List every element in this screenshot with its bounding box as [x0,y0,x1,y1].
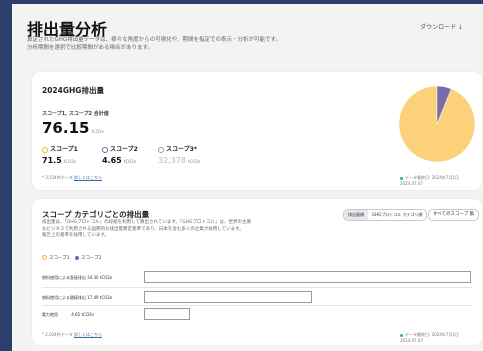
row-divider [42,287,472,288]
category-card-title: スコープ カテゴリごとの排出量 [42,210,150,219]
category-bar [144,308,190,320]
category-row-label: 燃料使用による直接排出 34.30 tCO2e [42,275,113,280]
legend-scope2-dot [75,255,80,260]
total-subtitle: スコープ1, スコープ2 合計値 [42,111,109,117]
scope3-value: 32,378 tCO2e [158,156,201,165]
page-description-line: 算定されたGHG排出量データは、様々な角度からの可視化や、期間を指定での表示・分… [27,37,281,43]
summary-updated-text: データ最終日: 2024年7月1日 2024.07.07 [400,175,459,186]
summary-updated: データ最終日: 2024年7月1日 2024.07.07 [400,175,482,186]
scope1-label: スコープ1 [42,144,78,153]
scope3-number: 32,378 [158,156,186,165]
legend-scope2-label: スコープ2 [81,256,102,261]
category-emissions-card: スコープ カテゴリごとの排出量 排出量は、「GHGプロトコル」の枠組を利用して算… [32,199,482,345]
scope2-dot [102,146,108,153]
left-border [0,0,12,351]
category-updated: データ最終日: 2024年7月1日 2024.07.07 [400,332,482,343]
total-value: 76.15 tCO2e [42,119,104,137]
download-button[interactable]: ダウンロード ↓ [420,22,463,31]
scope3-unit: tCO2e [188,159,201,164]
total-number: 76.15 [42,119,90,137]
summary-footnote: * 3,534件データ 詳しくはこちら [42,175,102,181]
legend-scope1-label: スコープ1 [49,256,70,261]
status-dot-icon [400,333,403,337]
category-updated-text: データ最終日: 2024年7月1日 2024.07.07 [400,332,459,343]
category-row-label: 電力使用 4.65 tCO2e [42,312,94,318]
scope1-number: 71.5 [42,156,62,165]
category-bar [144,271,471,283]
summary-details-link[interactable]: 詳しくはこちら [74,175,102,180]
sort-by-emissions-option[interactable]: 排出量順 [344,210,368,220]
scope1-label-text: スコープ1 [50,146,78,153]
card-title: 2024GHG排出量 [42,86,104,95]
sort-by-category-option[interactable]: GHGプロトコル カテゴリ順 [368,210,426,220]
total-unit: tCO2e [91,129,104,134]
row-divider [42,305,472,306]
status-dot-icon [400,176,403,180]
scope1-value: 71.5 tCO2e [42,156,76,165]
sort-toggle: 排出量順 GHGプロトコル カテゴリ順 [343,209,428,221]
category-description-line: 報告上の基準を採用しています。 [42,233,109,238]
ghg-summary-card: 2024GHG排出量 スコープ1, スコープ2 合計値 76.15 tCO2e ス… [32,72,482,190]
scope1-unit: tCO2e [63,159,77,164]
category-row-name: 電力使用 [42,312,58,317]
screen: 排出量分析 ダウンロード ↓ 算定されたGHG排出量データは、様々な角度からの可… [0,0,483,351]
page-description: 算定されたGHG排出量データは、様々な角度からの可視化や、期間を指定での表示・分… [27,36,447,52]
scope2-number: 4.65 [102,156,122,165]
scope2-unit: tCO2e [123,159,137,164]
page-description-line: 分析期間を選択で比較期間がある場合があります。 [27,45,153,51]
scope1-dot [42,146,48,153]
category-details-link[interactable]: 詳しくはこちら [74,332,102,337]
category-footnote-text: * 2,034件データ [42,332,73,337]
scope2-label: スコープ2 [102,144,138,153]
scope-pie-chart [398,85,476,163]
category-footnote: * 2,034件データ 詳しくはこちら [42,332,102,338]
all-scopes-dropdown[interactable]: すべてのスコープ 集 [428,209,480,221]
category-description: 排出量は、「GHGプロトコル」の枠組を利用して算出されています。「GHGプロトコ… [42,220,342,240]
scope-legend: スコープ1 スコープ2 [42,255,102,261]
main-area: 排出量分析 ダウンロード ↓ 算定されたGHG排出量データは、様々な角度からの可… [12,4,483,351]
scope3-dot [158,146,164,153]
category-row-value: 4.65 tCO2e [71,312,94,317]
scope3-label-text: スコープ3* [166,146,197,153]
category-bar [144,291,312,303]
scope3-label: スコープ3* [158,144,197,153]
scope2-value: 4.65 tCO2e [102,156,136,165]
summary-footnote-text: * 3,534件データ [42,175,73,180]
legend-scope1-dot [42,255,47,260]
scope2-label-text: スコープ2 [110,146,138,153]
category-row-label: 燃料使用による間接排出 17.49 tCO2e [42,295,113,300]
